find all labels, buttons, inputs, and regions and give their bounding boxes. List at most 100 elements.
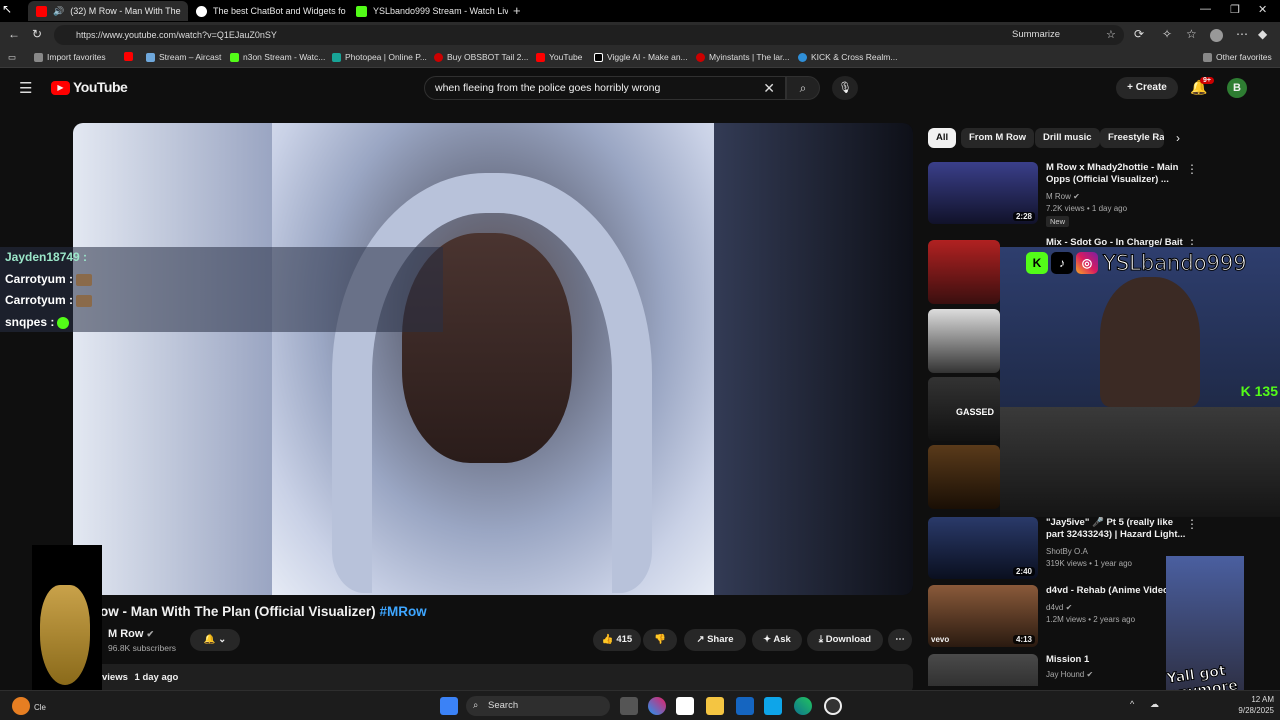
edge-browser-icon[interactable] — [794, 697, 812, 715]
bookmark-photopea[interactable]: Photopea | Online P... — [332, 52, 427, 62]
tab-label: (32) M Row - Man With The — [70, 6, 181, 16]
back-icon[interactable]: ← — [8, 27, 20, 41]
duration-badge: 4:13 — [1012, 635, 1035, 644]
file-explorer-icon[interactable] — [706, 697, 724, 715]
video-thumbnail — [928, 654, 1038, 686]
emote-icon — [76, 294, 93, 307]
browser-tab-chatbot[interactable]: The best ChatBot and Widgets fo ✕ — [188, 1, 348, 21]
weather-icon[interactable] — [12, 697, 30, 715]
bookmark-youtube[interactable]: YouTube — [536, 52, 582, 62]
video-thumbnail[interactable] — [928, 445, 1000, 509]
like-button[interactable]: 👍 415 — [593, 629, 641, 651]
streamer-branding: K ♪ ◎ YSLbando999 — [1026, 250, 1247, 276]
more-options-icon[interactable]: ⋮ — [1186, 517, 1198, 531]
close-window-button[interactable]: ✕ — [1258, 3, 1267, 16]
extension-pin-icon[interactable]: ✧ — [1162, 27, 1172, 41]
browser-tab-kick[interactable]: YSLbando999 Stream - Watch Liv ✕ — [348, 1, 508, 21]
account-avatar[interactable]: B — [1227, 78, 1247, 98]
create-button[interactable]: + Create — [1116, 77, 1178, 99]
video-thumbnail: 2:28 — [928, 162, 1038, 224]
extensions-icon[interactable]: ⟳ — [1134, 27, 1144, 41]
ask-button[interactable]: ✦ Ask — [752, 629, 802, 651]
bookmark-myinstants[interactable]: Myinstants | The lar... — [696, 52, 789, 62]
recommendation-channel: d4vd ✔ — [1046, 603, 1073, 612]
search-button[interactable]: ⌕ — [786, 76, 820, 100]
task-view-icon[interactable] — [620, 697, 638, 715]
download-button[interactable]: ⤓ Download — [807, 629, 883, 651]
copilot-app-icon[interactable] — [648, 697, 666, 715]
clear-search-icon[interactable]: ✕ — [763, 77, 775, 99]
youtube-logo-text[interactable]: YouTube — [73, 79, 128, 95]
windows-start-icon[interactable] — [440, 697, 458, 715]
taskbar-search[interactable]: ⌕ Search — [466, 696, 610, 716]
chat-message: snqpes : — [5, 315, 70, 329]
more-menu-icon[interactable]: ⋯ — [1236, 27, 1248, 41]
recommendation-item[interactable]: Mission 1 Jay Hound ✔ — [928, 654, 1203, 686]
tray-chevron-icon[interactable]: ^ — [1130, 699, 1134, 709]
recommendation-item[interactable]: 2:40 "Jay5ive" 🎤 Pt 5 (really like part … — [928, 517, 1203, 581]
aircast-favicon-icon — [146, 52, 155, 62]
bookmarks-bar: ▭ Import favorites Stream – Aircast n3on… — [0, 48, 1280, 68]
more-options-icon[interactable]: ⋮ — [1186, 162, 1198, 176]
download-icon: ⤓ — [818, 634, 824, 645]
voice-search-button[interactable]: 🎙 — [832, 76, 858, 100]
bookmark-kick-cross[interactable]: KICK & Cross Realm... — [798, 52, 897, 62]
kick-favicon-icon — [230, 52, 239, 62]
browser-tab-strip: 🔊 (32) M Row - Man With The ✕ The best C… — [0, 0, 1280, 22]
chip-from-m-row[interactable]: From M Row — [961, 128, 1034, 148]
recommendation-title: d4vd - Rehab (Anime Video) — [1046, 585, 1172, 596]
bookmark-viggle[interactable]: Viggle AI - Make an... — [594, 52, 688, 62]
obs-icon[interactable] — [824, 697, 842, 715]
chatbot-favicon-icon — [196, 5, 207, 17]
video-thumbnail[interactable] — [928, 309, 1000, 373]
youtube-logo-icon[interactable]: ▶ — [51, 81, 70, 95]
bookmark-obsbot[interactable]: Buy OBSBOT Tail 2... — [434, 52, 528, 62]
streamer-name: YSLbando999 — [1103, 251, 1248, 276]
recommendation-title: Mission 1 — [1046, 654, 1090, 665]
bookmark-aircast[interactable]: Stream – Aircast — [146, 52, 221, 62]
new-tab-button[interactable]: + — [513, 3, 521, 18]
mouse-cursor-icon: ↖ — [2, 2, 13, 16]
maximize-button[interactable]: ❐ — [1230, 3, 1240, 16]
video-hashtag-link[interactable]: #MRow — [379, 604, 426, 619]
store-icon[interactable] — [764, 697, 782, 715]
video-thumbnail[interactable] — [928, 240, 1000, 304]
stream-chat-overlay: Jayden18749 : Carrotyum : Carrotyum : sn… — [0, 247, 443, 332]
tab-actions-icon[interactable]: ▭ — [8, 52, 16, 63]
verified-check-icon: ✔ — [1065, 603, 1073, 612]
bookmark-import-favorites[interactable]: Import favorites — [34, 52, 106, 62]
minimize-button[interactable]: — — [1200, 3, 1211, 15]
favorite-star-icon[interactable]: ☆ — [1106, 25, 1116, 45]
bookmark-youtube-icon-only[interactable] — [124, 52, 133, 61]
recommendation-item[interactable]: vevo 4:13 d4vd - Rehab (Anime Video) d4v… — [928, 585, 1203, 649]
recommendation-item[interactable]: 2:28 M Row x Mhady2hottie - Main Opps (O… — [928, 162, 1203, 227]
video-player[interactable] — [73, 123, 913, 595]
bookmark-other-favorites[interactable]: Other favorites — [1203, 52, 1272, 62]
cloud-icon[interactable]: ☁ — [1150, 699, 1159, 710]
system-clock[interactable]: 12 AM 9/28/2025 — [1214, 694, 1274, 716]
video-thumbnail[interactable]: GASSED — [928, 377, 1000, 441]
share-button[interactable]: ↗ Share — [684, 629, 746, 651]
subscribed-bell-button[interactable]: 🔔 ⌄ — [190, 629, 240, 651]
refresh-icon[interactable]: ↻ — [32, 27, 42, 41]
url-field[interactable]: https://www.youtube.com/watch?v=Q1EJauZ0… — [54, 25, 1124, 45]
chip-freestyle[interactable]: Freestyle Ra — [1100, 128, 1164, 148]
more-actions-button[interactable]: ⋯ — [888, 629, 912, 651]
dislike-button[interactable]: 👎 — [643, 629, 677, 651]
notes-app-icon[interactable] — [676, 697, 694, 715]
outlook-icon[interactable] — [736, 697, 754, 715]
bookmark-n3on[interactable]: n3on Stream - Watc... — [230, 52, 325, 62]
chip-drill-music[interactable]: Drill music — [1035, 128, 1100, 148]
channel-name[interactable]: M Row ✔ — [108, 628, 154, 640]
search-input[interactable]: when fleeing from the police goes horrib… — [424, 76, 786, 100]
summarize-button[interactable]: Summarize — [1012, 25, 1060, 45]
profile-avatar[interactable] — [1210, 29, 1223, 42]
youtube-favicon-icon — [536, 52, 545, 62]
chevron-right-icon[interactable]: › — [1176, 131, 1180, 145]
collections-icon[interactable]: ☆ — [1186, 27, 1197, 41]
browser-tab-youtube[interactable]: 🔊 (32) M Row - Man With The ✕ — [28, 1, 188, 21]
copilot-icon[interactable]: ◆ — [1258, 27, 1267, 41]
hamburger-menu-icon[interactable]: ☰ — [19, 79, 32, 97]
speaker-icon[interactable]: 🔊 — [53, 6, 64, 17]
chip-all[interactable]: All — [928, 128, 957, 148]
